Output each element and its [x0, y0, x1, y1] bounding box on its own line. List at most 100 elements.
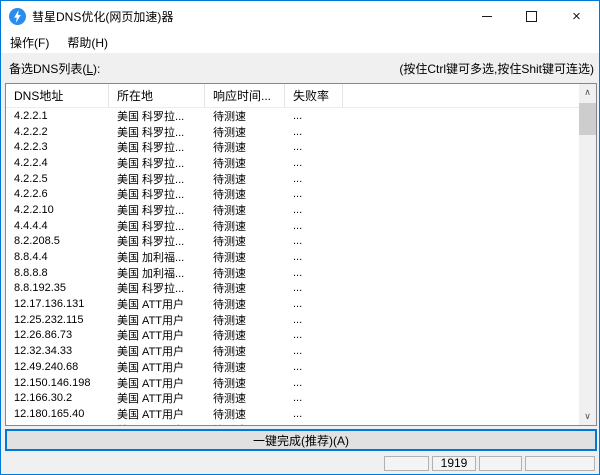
label-row: 备选DNS列表(L): (按住Ctrl键可多选,按住Shit键可连选) [1, 53, 599, 83]
dns-row[interactable]: 4.2.2.5美国 科罗拉...待测速... [6, 171, 579, 187]
cell-location: 美国 加利福... [109, 265, 205, 281]
scroll-up-icon[interactable]: ∧ [579, 84, 596, 101]
list-label-suffix: ): [93, 62, 100, 76]
cell-failure-rate: ... [285, 392, 343, 404]
cell-response-time: 待测速 [205, 343, 285, 359]
cell-failure-rate: ... [285, 173, 343, 185]
dns-row[interactable]: 4.2.2.3美国 科罗拉...待测速... [6, 139, 579, 155]
dns-row[interactable]: 12.180.165.40美国 ATT用户待测速... [6, 406, 579, 422]
cell-location: 美国 ATT用户 [109, 390, 205, 406]
maximize-icon [526, 11, 537, 22]
scroll-down-icon[interactable]: ∨ [579, 408, 596, 425]
list-label-text: 备选DNS列表( [9, 62, 86, 76]
cell-dns-address: 12.150.146.198 [6, 377, 109, 389]
dns-row[interactable]: 12.32.34.33美国 ATT用户待测速... [6, 343, 579, 359]
cell-location: 美国 科罗拉... [109, 202, 205, 218]
status-panel [479, 456, 522, 471]
cell-location: 美国 科罗拉... [109, 171, 205, 187]
cell-failure-rate: ... [285, 424, 343, 425]
cell-dns-address: 4.2.2.1 [6, 110, 109, 122]
list-header: DNS地址所在地响应时间...失败率 [6, 84, 579, 108]
status-panel: 1919 [432, 456, 476, 471]
cell-location: 美国 科罗拉... [109, 186, 205, 202]
list-label: 备选DNS列表(L): [9, 60, 100, 77]
dns-row[interactable]: 12.25.232.115美国 ATT用户待测速... [6, 312, 579, 328]
cell-location: 美国 科罗拉... [109, 124, 205, 140]
app-icon [9, 8, 26, 25]
dns-row[interactable]: 8.8.4.4美国 加利福...待测速... [6, 249, 579, 265]
column-header[interactable]: 所在地 [109, 84, 205, 107]
maximize-button[interactable] [509, 1, 554, 31]
cell-location: 美国 ATT用户 [109, 312, 205, 328]
window-title: 彗星DNS优化(网页加速)器 [32, 8, 173, 25]
cell-failure-rate: ... [285, 361, 343, 373]
dns-row[interactable]: 12.26.86.73美国 ATT用户待测速... [6, 328, 579, 344]
cell-response-time: 待测速 [205, 375, 285, 391]
cell-dns-address: 8.8.8.8 [6, 267, 109, 279]
cell-dns-address: 4.2.2.5 [6, 173, 109, 185]
one-click-finish-button[interactable]: 一键完成(推荐)(A) [5, 429, 597, 451]
cell-location: 美国 加利福... [109, 249, 205, 265]
cell-location: 美国 科罗拉... [109, 233, 205, 249]
dns-row[interactable]: 12.166.30.2美国 ATT用户待测速... [6, 390, 579, 406]
dns-row[interactable]: 4.2.2.10美国 科罗拉...待测速... [6, 202, 579, 218]
cell-failure-rate: ... [285, 329, 343, 341]
cell-failure-rate: ... [285, 235, 343, 247]
cell-dns-address: 12.17.136.131 [6, 298, 109, 310]
cell-response-time: 待测速 [205, 186, 285, 202]
close-button[interactable]: × [554, 1, 599, 31]
status-panel [384, 456, 429, 471]
cell-dns-address: 8.8.192.35 [6, 282, 109, 294]
cell-failure-rate: ... [285, 251, 343, 263]
close-icon: × [572, 9, 581, 24]
title-bar: 彗星DNS优化(网页加速)器 × [1, 1, 599, 31]
cell-dns-address: 4.2.2.4 [6, 157, 109, 169]
app-window: 彗星DNS优化(网页加速)器 × 操作(F)帮助(H) 备选DNS列表(L): … [0, 0, 600, 475]
dns-row[interactable]: 8.2.208.5美国 科罗拉...待测速... [6, 234, 579, 250]
cell-failure-rate: ... [285, 267, 343, 279]
cell-failure-rate: ... [285, 157, 343, 169]
dns-row[interactable]: 12.181.181.99美国 ATT用户待测速... [6, 422, 579, 425]
cell-response-time: 待测速 [205, 265, 285, 281]
minimize-button[interactable] [464, 1, 509, 31]
cell-dns-address: 4.2.2.3 [6, 141, 109, 153]
status-bar: 1919 [1, 453, 599, 473]
dns-row[interactable]: 4.2.2.4美国 科罗拉...待测速... [6, 155, 579, 171]
scrollbar-thumb[interactable] [579, 103, 596, 135]
cell-location: 美国 ATT用户 [109, 406, 205, 422]
cell-response-time: 待测速 [205, 108, 285, 124]
cell-location: 美国 科罗拉... [109, 155, 205, 171]
dns-row[interactable]: 4.4.4.4美国 科罗拉...待测速... [6, 218, 579, 234]
cell-response-time: 待测速 [205, 139, 285, 155]
dns-row[interactable]: 4.2.2.6美国 科罗拉...待测速... [6, 186, 579, 202]
column-header[interactable]: DNS地址 [6, 84, 109, 107]
dns-row[interactable]: 12.17.136.131美国 ATT用户待测速... [6, 296, 579, 312]
cell-dns-address: 12.49.240.68 [6, 361, 109, 373]
cell-response-time: 待测速 [205, 296, 285, 312]
dns-row[interactable]: 12.150.146.198美国 ATT用户待测速... [6, 375, 579, 391]
dns-list[interactable]: DNS地址所在地响应时间...失败率 4.2.2.1美国 科罗拉...待测速..… [5, 83, 597, 426]
dns-row[interactable]: 12.49.240.68美国 ATT用户待测速... [6, 359, 579, 375]
cell-response-time: 待测速 [205, 359, 285, 375]
menu-item-operation[interactable]: 操作(F) [1, 31, 58, 53]
cell-failure-rate: ... [285, 408, 343, 420]
cell-response-time: 待测速 [205, 249, 285, 265]
cell-location: 美国 ATT用户 [109, 296, 205, 312]
vertical-scrollbar[interactable]: ∧ ∨ [579, 84, 596, 425]
column-header[interactable]: 响应时间... [205, 84, 285, 107]
dns-row[interactable]: 8.8.192.35美国 科罗拉...待测速... [6, 281, 579, 297]
cell-location: 美国 ATT用户 [109, 327, 205, 343]
cell-response-time: 待测速 [205, 390, 285, 406]
cell-location: 美国 ATT用户 [109, 343, 205, 359]
cell-failure-rate: ... [285, 220, 343, 232]
cell-failure-rate: ... [285, 298, 343, 310]
dns-row[interactable]: 8.8.8.8美国 加利福...待测速... [6, 265, 579, 281]
cell-dns-address: 4.2.2.6 [6, 188, 109, 200]
cell-location: 美国 科罗拉... [109, 108, 205, 124]
dns-row[interactable]: 4.2.2.1美国 科罗拉...待测速... [6, 108, 579, 124]
cell-response-time: 待测速 [205, 422, 285, 425]
menu-item-help[interactable]: 帮助(H) [58, 31, 117, 53]
column-header[interactable]: 失败率 [285, 84, 343, 107]
dns-row[interactable]: 4.2.2.2美国 科罗拉...待测速... [6, 124, 579, 140]
cell-dns-address: 8.8.4.4 [6, 251, 109, 263]
